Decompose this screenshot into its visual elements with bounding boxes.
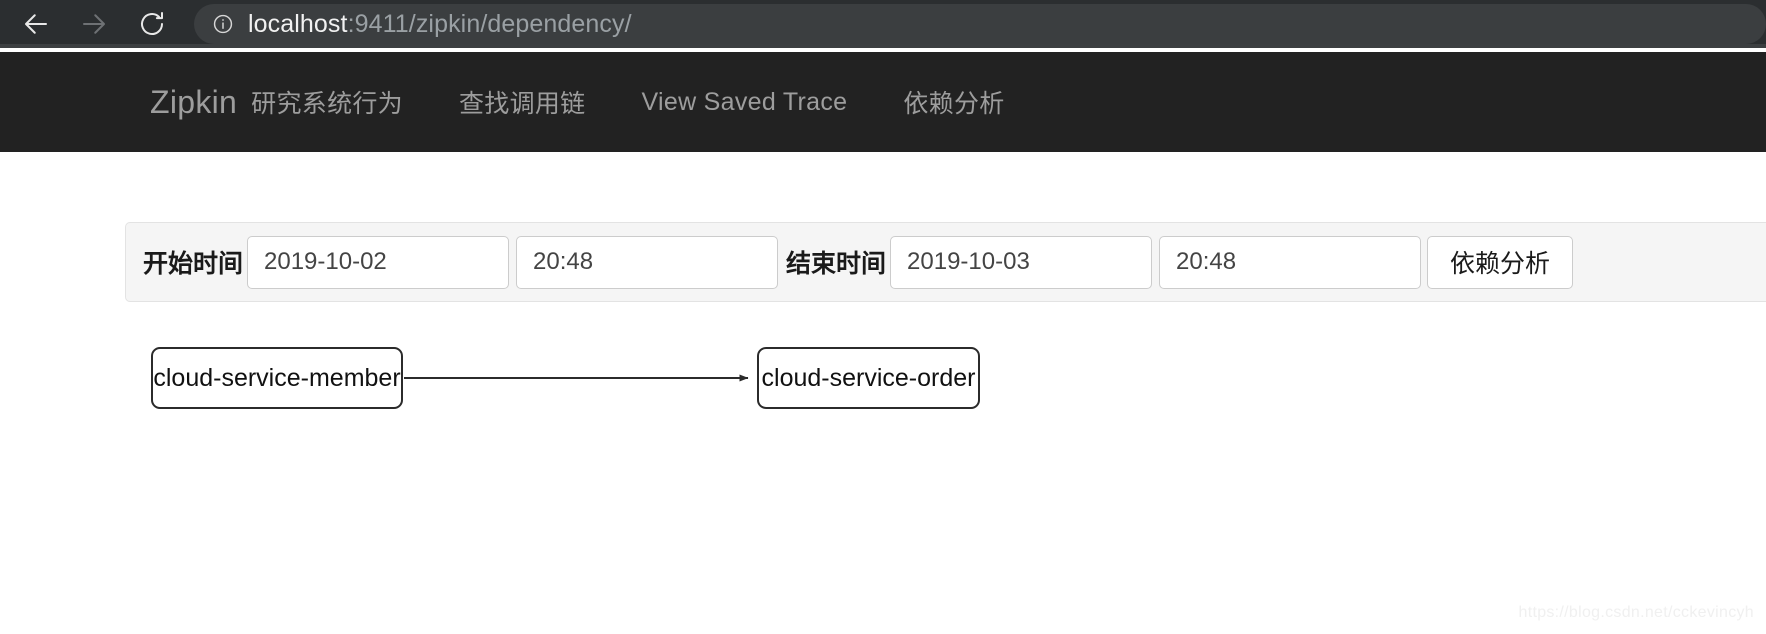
run-dependency-analysis-button[interactable]: 依赖分析: [1427, 235, 1574, 289]
arrow-right-icon: [79, 9, 109, 39]
dependency-graph: cloud-service-member cloud-service-order: [0, 327, 1766, 487]
end-time-input[interactable]: [1159, 235, 1422, 289]
url-path: :9411/zipkin/dependency/: [347, 9, 632, 38]
browser-chrome: localhost:9411/zipkin/dependency/: [0, 0, 1766, 48]
nav-link-dependency[interactable]: 依赖分析: [903, 84, 1004, 120]
graph-node-label: cloud-service-order: [761, 363, 976, 392]
start-time-input[interactable]: [516, 235, 779, 289]
address-bar[interactable]: localhost:9411/zipkin/dependency/: [194, 4, 1766, 44]
start-date-input[interactable]: [247, 235, 510, 289]
nav-link-behavior[interactable]: 研究系统行为: [251, 84, 403, 120]
page-body: 开始时间 结束时间 依赖分析 cloud-service-member clou…: [0, 152, 1766, 634]
nav-link-saved[interactable]: View Saved Trace: [642, 88, 848, 117]
browser-reload-button[interactable]: [126, 0, 178, 48]
graph-node-cloud-service-order[interactable]: cloud-service-order: [757, 347, 980, 409]
zipkin-brand[interactable]: Zipkin: [150, 84, 237, 121]
end-time-label: 结束时间: [786, 250, 887, 278]
graph-node-label: cloud-service-member: [153, 363, 401, 392]
browser-forward-button[interactable]: [68, 0, 120, 48]
dependency-query-panel: 开始时间 结束时间 依赖分析: [125, 222, 1766, 302]
arrow-left-icon: [21, 9, 51, 39]
url-text: localhost:9411/zipkin/dependency/: [248, 10, 632, 39]
info-circle-icon[interactable]: [212, 13, 234, 35]
nav-link-find[interactable]: 查找调用链: [459, 84, 586, 120]
url-host: localhost: [248, 9, 348, 38]
start-time-label: 开始时间: [143, 250, 244, 278]
watermark: https://blog.csdn.net/cckevincyh: [1518, 604, 1754, 621]
zipkin-navbar: Zipkin 研究系统行为 查找调用链 View Saved Trace 依赖分…: [0, 52, 1766, 152]
graph-node-cloud-service-member[interactable]: cloud-service-member: [151, 347, 403, 409]
browser-back-button[interactable]: [10, 0, 62, 48]
end-date-input[interactable]: [890, 235, 1153, 289]
reload-icon: [137, 9, 167, 39]
